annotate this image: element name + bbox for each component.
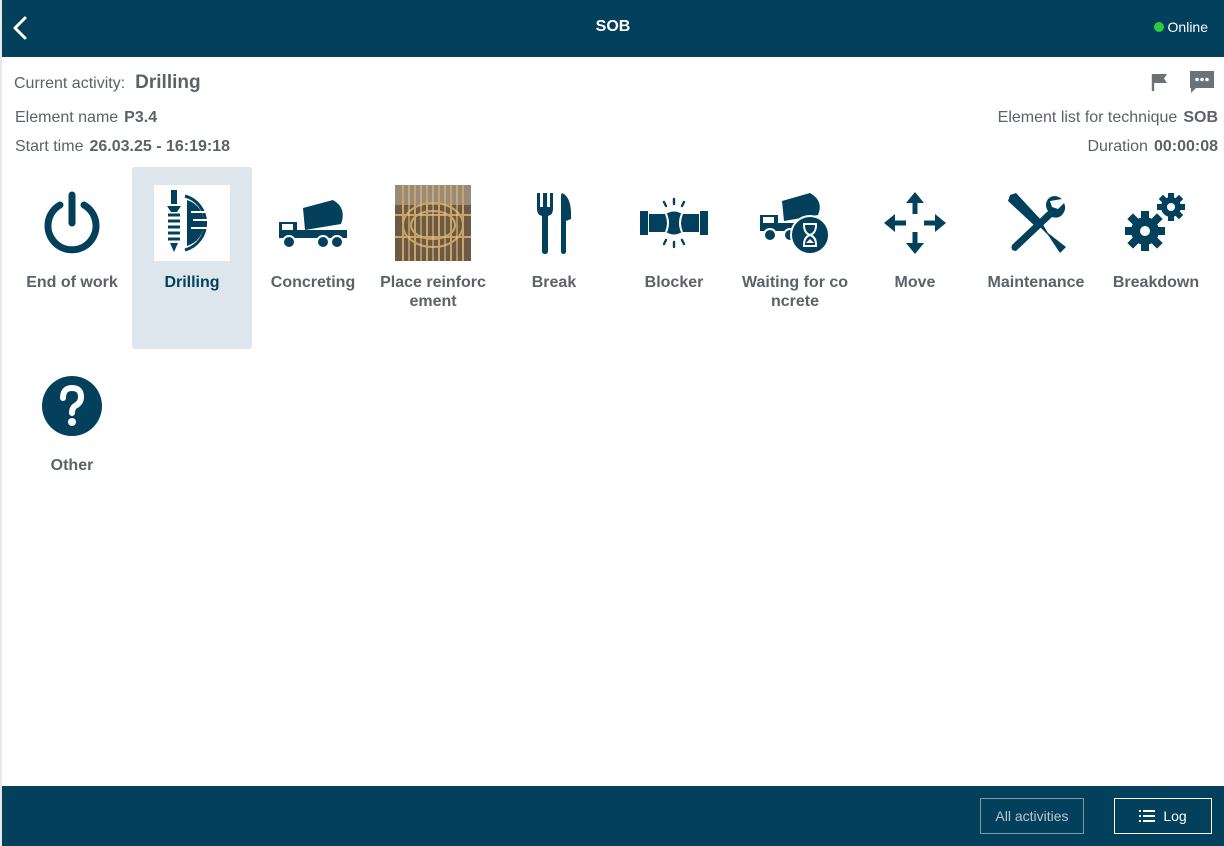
- current-activity-label: Current activity:: [14, 75, 126, 92]
- current-activity-value: Drilling: [135, 72, 201, 93]
- activity-label: Blocker: [644, 274, 704, 291]
- activity-blocker[interactable]: Blocker: [614, 167, 734, 349]
- log-label: Log: [1163, 808, 1187, 824]
- blocker-pipe-icon: [640, 197, 708, 249]
- top-actions: [1146, 68, 1216, 96]
- activity-label: Other: [50, 457, 94, 474]
- wrench-screwdriver-icon: [1008, 193, 1066, 253]
- mixer-hourglass-icon: [760, 193, 830, 255]
- activity-label: Drilling: [164, 274, 220, 291]
- element-name-label: Element name: [15, 109, 119, 126]
- page-title: SOB: [595, 18, 631, 35]
- bottom-bar: All activities Log: [2, 786, 1224, 846]
- log-button[interactable]: Log: [1114, 798, 1212, 834]
- element-list-label: Element list for technique: [997, 109, 1178, 126]
- concrete-mixer-icon: [279, 200, 347, 249]
- comment-icon: [1190, 71, 1214, 93]
- element-name: Element name P3.4: [15, 109, 157, 127]
- move-arrows-icon: [884, 192, 946, 254]
- duration: Duration 00:00:08: [1087, 138, 1218, 156]
- activity-breakdown[interactable]: Breakdown: [1096, 167, 1216, 349]
- activity-move[interactable]: Move: [855, 167, 975, 349]
- connection-status: Online: [1153, 19, 1208, 35]
- status-dot-icon: [1153, 22, 1164, 32]
- power-icon: [44, 191, 100, 254]
- all-activities-button[interactable]: All activities: [980, 798, 1084, 834]
- start-time-label: Start time: [15, 138, 84, 155]
- current-activity: Current activity: Drilling: [14, 72, 201, 94]
- activity-label: End of work: [26, 274, 118, 291]
- top-bar: SOB Online: [2, 0, 1224, 57]
- question-icon: [42, 376, 102, 436]
- reinforcement-photo: [395, 185, 471, 261]
- app-page: SOB Online Current activity: Drilling Ele…: [0, 0, 1224, 846]
- activity-label: Waiting for concrete: [741, 274, 849, 310]
- activity-drilling[interactable]: Drilling: [132, 167, 252, 349]
- duration-label: Duration: [1087, 138, 1148, 155]
- activity-label: Place reinforcement: [380, 274, 486, 310]
- activity-label: Break: [531, 274, 577, 291]
- activity-label: Concreting: [270, 274, 356, 291]
- duration-value: 00:00:08: [1153, 138, 1218, 155]
- activity-maintenance[interactable]: Maintenance: [976, 167, 1096, 349]
- activity-label: Breakdown: [1112, 274, 1200, 291]
- element-name-value: P3.4: [124, 109, 158, 126]
- gears-icon: [1125, 193, 1185, 251]
- fork-knife-icon: [537, 193, 572, 254]
- status-text: Online: [1167, 19, 1208, 35]
- element-list-value: SOB: [1183, 109, 1218, 126]
- activity-waiting-for-concrete[interactable]: Waiting for concrete: [735, 167, 855, 349]
- all-activities-label: All activities: [995, 808, 1069, 824]
- activity-label: Move: [894, 274, 936, 291]
- list-icon: [1139, 810, 1156, 822]
- flag-icon: [1151, 74, 1167, 91]
- comment-button[interactable]: [1188, 68, 1216, 96]
- activity-break[interactable]: Break: [494, 167, 614, 349]
- element-list-technique: Element list for technique SOB: [998, 109, 1218, 127]
- activity-other[interactable]: Other: [12, 350, 132, 532]
- activity-concreting[interactable]: Concreting: [253, 167, 373, 349]
- start-time: Start time 26.03.25 - 16:19:18: [15, 138, 230, 156]
- activity-label: Maintenance: [987, 274, 1085, 291]
- start-time-value: 26.03.25 - 16:19:18: [89, 138, 231, 155]
- activity-end-of-work[interactable]: End of work: [12, 167, 132, 349]
- drilling-icon: [167, 190, 213, 252]
- flag-button[interactable]: [1146, 68, 1174, 96]
- activity-place-reinforcement[interactable]: Place reinforcement: [373, 167, 493, 349]
